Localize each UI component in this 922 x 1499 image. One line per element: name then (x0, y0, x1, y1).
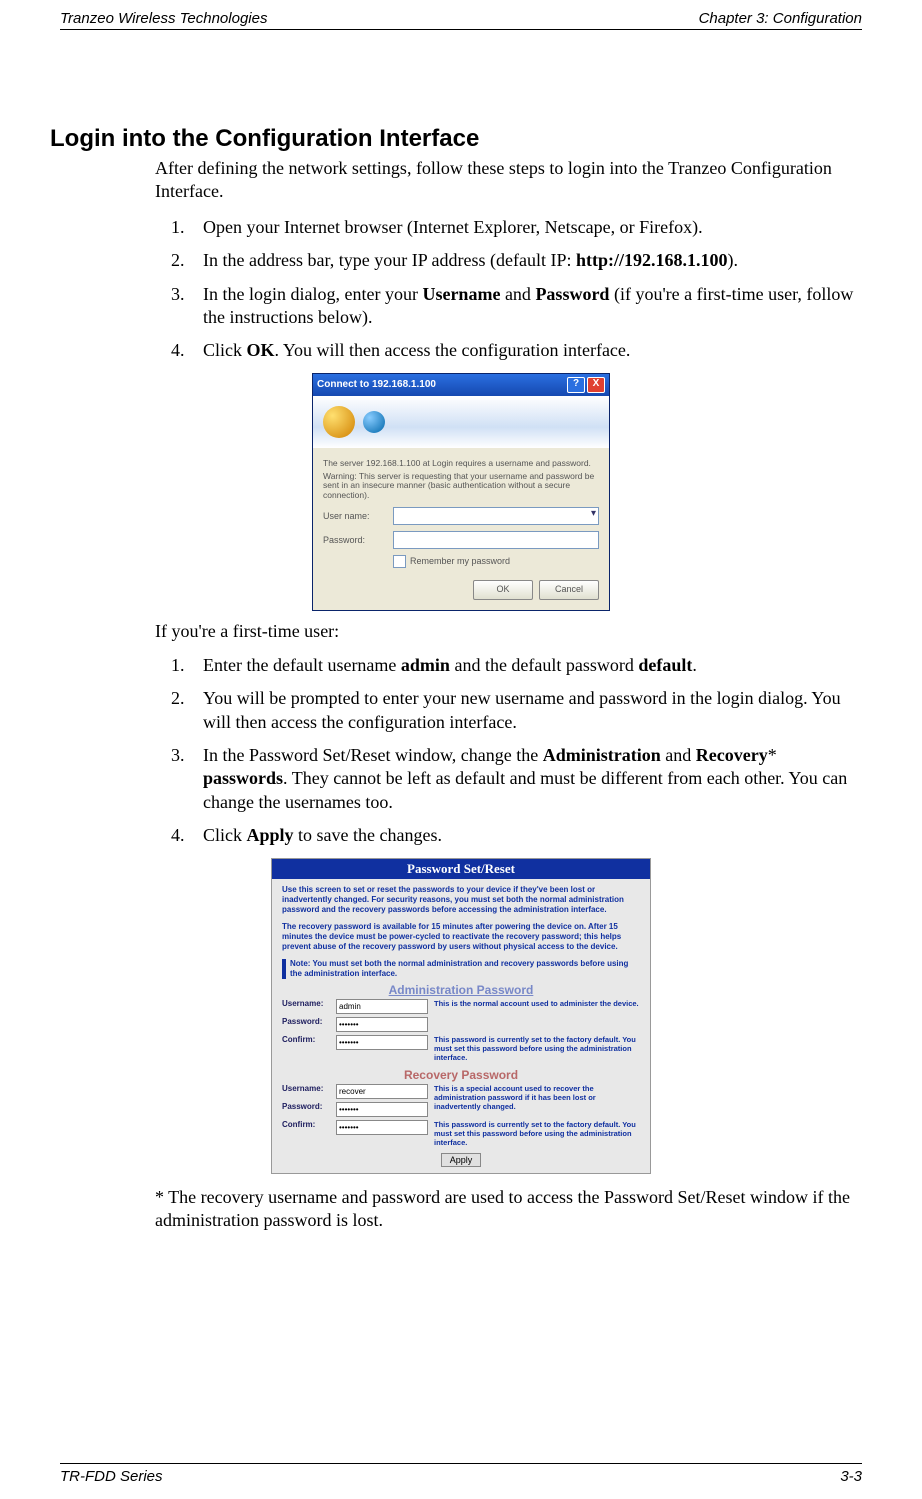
list-item: In the login dialog, enter your Username… (189, 283, 862, 330)
footer-left: TR-FDD Series (60, 1468, 163, 1485)
dialog-titlebar: Connect to 192.168.1.100 ? X (313, 374, 609, 396)
steps-list-2: Enter the default username admin and the… (155, 654, 862, 848)
dialog-message: The server 192.168.1.100 at Login requir… (323, 459, 599, 469)
footer-right: 3-3 (840, 1468, 862, 1485)
username-label: Username: (282, 1084, 336, 1093)
confirm-label: Confirm: (282, 1120, 336, 1129)
page-header: Tranzeo Wireless Technologies Chapter 3:… (60, 10, 862, 30)
pwreset-note: Note: You must set both the normal admin… (290, 959, 640, 979)
list-item: You will be prompted to enter your new u… (189, 687, 862, 734)
admin-password-input[interactable]: ••••••• (336, 1017, 428, 1032)
username-label: Username: (282, 999, 336, 1008)
globe-icon (363, 411, 385, 433)
password-label: Password: (323, 535, 393, 545)
keys-icon (323, 406, 355, 438)
list-item: Click Apply to save the changes. (189, 824, 862, 847)
username-label: User name: (323, 511, 393, 521)
first-time-user-heading: If you're a first-time user: (155, 621, 862, 642)
cancel-button[interactable]: Cancel (539, 580, 599, 600)
dialog-banner (313, 396, 609, 448)
recovery-password-input[interactable]: ••••••• (336, 1102, 428, 1117)
login-dialog: Connect to 192.168.1.100 ? X The server … (312, 373, 610, 611)
admin-password-heading: Administration Password (272, 983, 650, 997)
recovery-password-heading: Recovery Password (272, 1068, 650, 1082)
dialog-title: Connect to 192.168.1.100 (317, 379, 565, 390)
pwreset-title: Password Set/Reset (272, 859, 650, 879)
password-label: Password: (282, 1017, 336, 1026)
list-item: Click OK. You will then access the confi… (189, 339, 862, 362)
footnote: * The recovery username and password are… (155, 1186, 862, 1233)
intro-paragraph: After defining the network settings, fol… (155, 157, 862, 204)
help-icon[interactable]: ? (567, 377, 585, 393)
recovery-confirm-input[interactable]: ••••••• (336, 1120, 428, 1135)
username-input[interactable] (393, 507, 599, 525)
steps-list-1: Open your Internet browser (Internet Exp… (155, 216, 862, 363)
list-item: Open your Internet browser (Internet Exp… (189, 216, 862, 239)
header-left: Tranzeo Wireless Technologies (60, 10, 267, 27)
admin-help-text: This is the normal account used to admin… (434, 999, 640, 1008)
section-title: Login into the Configuration Interface (50, 125, 862, 153)
admin-help-text: This password is currently set to the fa… (434, 1035, 640, 1062)
password-input[interactable] (393, 531, 599, 549)
close-icon[interactable]: X (587, 377, 605, 393)
dialog-warning: Warning: This server is requesting that … (323, 472, 599, 501)
admin-username-input[interactable]: admin (336, 999, 428, 1014)
apply-button[interactable]: Apply (441, 1153, 482, 1167)
confirm-label: Confirm: (282, 1035, 336, 1044)
list-item: Enter the default username admin and the… (189, 654, 862, 677)
pwreset-description: Use this screen to set or reset the pass… (282, 885, 640, 915)
pwreset-description: The recovery password is available for 1… (282, 922, 640, 952)
list-item: In the address bar, type your IP address… (189, 249, 862, 272)
recovery-username-input[interactable]: recover (336, 1084, 428, 1099)
page-footer: TR-FDD Series 3-3 (60, 1463, 862, 1485)
password-reset-dialog: Password Set/Reset Use this screen to se… (271, 858, 651, 1174)
remember-checkbox[interactable] (393, 555, 406, 568)
password-label: Password: (282, 1102, 336, 1111)
ok-button[interactable]: OK (473, 580, 533, 600)
recovery-help-text: This is a special account used to recove… (434, 1084, 640, 1111)
recovery-help-text: This password is currently set to the fa… (434, 1120, 640, 1147)
remember-label: Remember my password (410, 556, 510, 566)
admin-confirm-input[interactable]: ••••••• (336, 1035, 428, 1050)
header-right: Chapter 3: Configuration (699, 10, 862, 27)
list-item: In the Password Set/Reset window, change… (189, 744, 862, 814)
